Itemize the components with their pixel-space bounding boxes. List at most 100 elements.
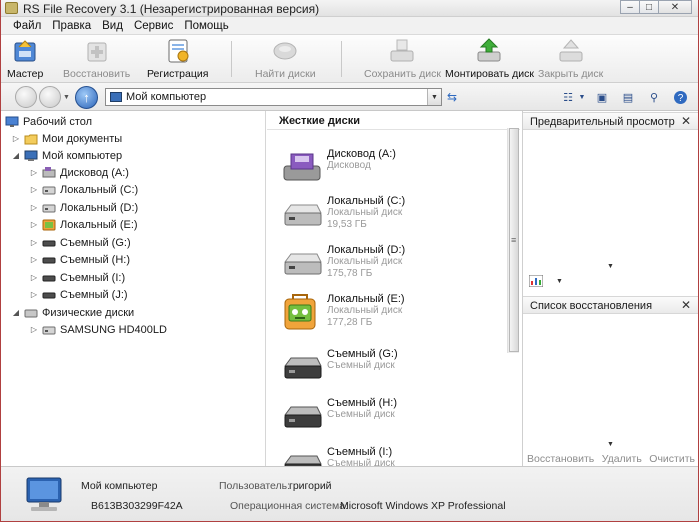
expand-icon[interactable]: ▷ [29, 273, 39, 282]
maximize-button[interactable]: □ [639, 0, 659, 14]
wizard-button[interactable]: Мастер [7, 37, 43, 81]
status-os-label: Операционная система: [230, 500, 349, 512]
tree-label: Мои документы [42, 132, 123, 145]
help-icon[interactable]: ? [670, 87, 690, 107]
side-panels: Предварительный просмотр ✕ ▼ ▼ Список во… [522, 111, 698, 466]
tree-label: Съемный (H:) [60, 253, 131, 266]
drive-item[interactable]: Локальный (D:) Локальный диск 175,78 ГБ [279, 244, 515, 288]
close-icon[interactable]: ✕ [681, 298, 691, 312]
menu-file[interactable]: Файл [7, 20, 46, 32]
clear-link[interactable]: Очистить [649, 453, 695, 466]
tree-item-drive[interactable]: ▷ Локальный (E:) [29, 216, 138, 233]
view-mode-dropdown-icon[interactable]: ▼ [578, 87, 586, 107]
tree-item-drive[interactable]: ▷ Съемный (I:) [29, 269, 125, 286]
tree-label: SAMSUNG HD400LD [60, 323, 167, 336]
menu-service[interactable]: Сервис [128, 20, 178, 32]
drive-type: Локальный диск [327, 207, 403, 218]
wizard-label: Мастер [7, 68, 44, 80]
drive-item[interactable]: Дисковод (A:) Дисковод [279, 148, 515, 192]
view-mode-icon[interactable]: ☷ [558, 87, 578, 107]
register-button[interactable]: Регистрация [147, 37, 208, 81]
status-user-value: григорий [289, 480, 332, 492]
expand-icon[interactable]: ▷ [29, 238, 39, 247]
tree-label: Съемный (J:) [60, 288, 128, 301]
chart-dropdown-icon[interactable]: ▼ [556, 278, 563, 285]
restore-link[interactable]: Восстановить [527, 453, 594, 466]
restore-label: Восстановить [63, 68, 131, 80]
drive-size: 177,28 ГБ [327, 317, 373, 328]
tree-item-drive[interactable]: ▷ Локальный (D:) [29, 199, 138, 216]
status-os-value: Microsoft Windows XP Professional [340, 500, 506, 512]
hdd-icon [42, 324, 56, 336]
address-dropdown-button[interactable]: ▼ [427, 89, 441, 105]
tree-item-drive[interactable]: ▷ Съемный (H:) [29, 251, 130, 268]
drive-type: Локальный диск [327, 256, 403, 267]
drive-item[interactable]: Съемный (G:) Съемный диск [279, 348, 515, 392]
floppy-icon [42, 166, 56, 179]
tree-item-my-documents[interactable]: ▷ Мои документы [11, 130, 122, 147]
expand-icon[interactable]: ▷ [29, 168, 39, 177]
splitter-grip-icon[interactable]: ≡ [511, 235, 516, 245]
save-disk-button[interactable]: Сохранить диск [364, 37, 441, 81]
expand-icon[interactable]: ▷ [29, 255, 39, 264]
removable-icon [42, 237, 56, 249]
drive-item[interactable]: Локальный (C:) Локальный диск 19,53 ГБ [279, 195, 515, 239]
drive-item[interactable]: Съемный (I:) Съемный диск [279, 446, 515, 466]
tree-item-physical-disks[interactable]: ◢ Физические диски [11, 304, 134, 321]
refresh-icon[interactable]: ⇆ [447, 90, 457, 104]
address-combobox[interactable]: Мой компьютер ▼ [105, 88, 442, 106]
save-icon[interactable]: ▤ [618, 87, 638, 107]
drive-type: Съемный диск [327, 458, 395, 466]
menu-bar: Файл Правка Вид Сервис Помощь [1, 17, 698, 35]
tree-item-drive[interactable]: ▷ Дисковод (A:) [29, 164, 129, 181]
window-controls: – □ ✕ [620, 0, 692, 15]
removable-icon [281, 401, 325, 431]
splitter-arrow-icon[interactable]: ▼ [607, 263, 614, 270]
computer-icon [24, 150, 38, 162]
find-disks-button[interactable]: Найти диски [255, 37, 316, 81]
close-disk-button[interactable]: Закрыть диск [538, 37, 603, 81]
history-dropdown-icon[interactable]: ▼ [63, 94, 70, 101]
splitter-arrow-icon[interactable]: ▼ [607, 441, 614, 448]
tree-label: Мой компьютер [42, 149, 123, 162]
tree-label: Локальный (D:) [60, 201, 139, 214]
menu-view[interactable]: Вид [96, 20, 128, 32]
tree-item-my-computer[interactable]: ◢ Мой компьютер [11, 147, 122, 164]
tree-item-drive[interactable]: ▷ Съемный (J:) [29, 286, 128, 303]
expand-icon[interactable]: ▷ [29, 203, 39, 212]
search-icon[interactable]: ⚲ [644, 87, 664, 107]
expand-icon[interactable]: ▷ [29, 185, 39, 194]
computer-icon [23, 476, 67, 516]
mount-disk-button[interactable]: Монтировать диск [445, 37, 534, 81]
expand-icon[interactable]: ▷ [29, 325, 39, 334]
menu-edit[interactable]: Правка [46, 20, 96, 32]
tree-item-physical-disk[interactable]: ▷ SAMSUNG HD400LD [29, 321, 167, 338]
arrow-up-icon: ↑ [83, 90, 90, 105]
collapse-icon[interactable]: ◢ [11, 308, 21, 317]
expand-icon[interactable]: ▷ [11, 134, 21, 143]
restore-button[interactable]: Восстановить [63, 37, 130, 81]
divider [267, 129, 520, 130]
chart-icon[interactable] [528, 274, 544, 288]
expand-icon[interactable]: ▷ [29, 290, 39, 299]
close-button[interactable]: ✕ [658, 0, 692, 14]
tree-item-drive[interactable]: ▷ Локальный (C:) [29, 181, 138, 198]
back-button[interactable] [15, 86, 37, 108]
tree-item-drive[interactable]: ▷ Съемный (G:) [29, 234, 131, 251]
close-icon[interactable]: ✕ [681, 114, 691, 128]
tree-item-desktop[interactable]: Рабочий стол [5, 113, 92, 130]
forward-button[interactable] [39, 86, 61, 108]
drive-type: Локальный диск [327, 305, 403, 316]
up-button[interactable]: ↑ [75, 86, 98, 109]
folder-tree: Рабочий стол ▷ Мои документы ◢ Мой компь… [1, 111, 266, 466]
drive-name: Съемный (I:) [327, 446, 393, 458]
minimize-button[interactable]: – [620, 0, 640, 14]
delete-link[interactable]: Удалить [602, 453, 642, 466]
expand-icon[interactable]: ▷ [29, 220, 39, 229]
collapse-icon[interactable]: ◢ [11, 151, 21, 160]
drive-item[interactable]: Съемный (H:) Съемный диск [279, 397, 515, 441]
removable-icon [42, 254, 56, 266]
drive-item[interactable]: Локальный (E:) Локальный диск 177,28 ГБ [279, 293, 515, 337]
panel-toggle-icon[interactable]: ▣ [592, 87, 612, 107]
menu-help[interactable]: Помощь [178, 20, 233, 32]
